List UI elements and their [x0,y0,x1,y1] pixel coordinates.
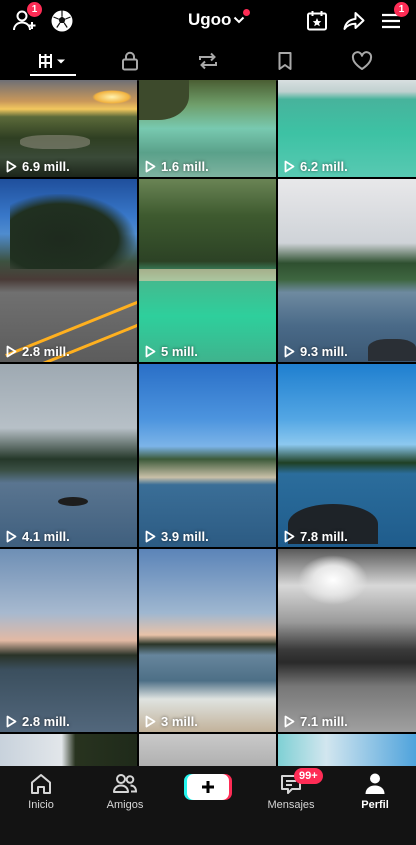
view-count: 4.1 mill. [6,529,70,544]
plus-icon [202,781,214,793]
username-switcher[interactable]: Ugoo [188,10,245,30]
soccer-ball-icon [51,10,73,32]
view-count: 7.8 mill. [284,529,348,544]
friends-icon [113,774,138,793]
tab-private[interactable] [100,42,160,80]
play-icon [6,715,17,728]
play-icon [6,160,17,173]
video-thumbnail[interactable]: 1.6 mill. [139,80,276,177]
view-count: 7.1 mill. [284,714,348,729]
nav-messages-label: Mensajes [267,799,315,811]
profile-header: 1 Ugoo 1 [0,0,416,42]
view-count: 3 mill. [145,714,198,729]
sun-glare [298,555,368,605]
video-thumbnail[interactable] [139,734,276,766]
play-icon [6,345,17,358]
video-thumbnail[interactable] [278,734,416,766]
repost-icon [199,52,217,70]
play-icon [284,345,295,358]
follow-requests-badge: 1 [27,2,42,17]
video-thumbnail[interactable]: 6.2 mill. [278,80,416,177]
menu-button[interactable]: 1 [376,2,409,36]
nav-messages[interactable]: Mensajes 99+ [256,768,326,811]
video-thumbnail[interactable] [0,734,137,766]
tab-reposts[interactable] [178,42,238,80]
play-icon [145,160,156,173]
home-icon [31,774,51,794]
play-icon [284,715,295,728]
bookmark-icon [278,52,292,70]
view-count: 6.9 mill. [6,159,70,174]
view-count: 5 mill. [145,344,198,359]
tab-liked[interactable] [332,42,392,80]
messages-badge: 99+ [294,768,323,784]
share-arrow-icon [343,12,365,30]
video-thumbnail[interactable]: 3 mill. [139,549,276,732]
video-thumbnail[interactable]: 2.8 mill. [0,179,137,362]
video-thumbnail[interactable]: 4.1 mill. [0,364,137,547]
view-count: 6.2 mill. [284,159,348,174]
trees [139,80,189,120]
river [20,135,90,149]
chevron-down-icon [234,16,245,24]
create-button-face [187,774,229,800]
view-count: 2.8 mill. [6,344,70,359]
bottom-navigation: Inicio Amigos Mensajes 99+ Perfil [0,766,416,845]
video-thumbnail[interactable]: 3.9 mill. [139,364,276,547]
sun-glow [92,90,132,104]
soccer-ball-button[interactable] [47,6,77,36]
tab-saved[interactable] [255,42,315,80]
video-thumbnail[interactable]: 5 mill. [139,179,276,362]
play-icon [145,345,156,358]
video-grid: 6.9 mill. 1.6 mill. 6.2 mill. 2.8 mill. … [0,80,416,766]
play-icon [145,715,156,728]
nav-friends[interactable]: Amigos [90,772,160,811]
calendar-star-icon [307,11,327,31]
creator-tools-button[interactable] [302,6,332,36]
video-thumbnail[interactable]: 9.3 mill. [278,179,416,362]
rock [58,497,88,506]
nav-profile[interactable]: Perfil [340,772,410,811]
share-profile-button[interactable] [339,6,369,36]
profile-icon [365,773,385,794]
video-thumbnail[interactable]: 7.1 mill. [278,549,416,732]
grid-bars-icon [39,54,65,68]
username: Ugoo [188,10,232,29]
view-count: 3.9 mill. [145,529,209,544]
create-video-button[interactable] [184,774,232,800]
menu-badge: 1 [394,2,409,17]
add-friend-button[interactable]: 1 [10,2,42,36]
play-icon [284,160,295,173]
view-count: 2.8 mill. [6,714,70,729]
rocks [368,339,416,361]
video-thumbnail[interactable]: 7.8 mill. [278,364,416,547]
play-icon [145,530,156,543]
nav-home-label: Inicio [28,799,54,811]
tree [10,194,135,269]
view-count: 1.6 mill. [145,159,209,174]
nav-home[interactable]: Inicio [6,772,76,811]
lock-icon [122,51,138,71]
play-icon [284,530,295,543]
rock-ledge [139,269,276,281]
video-thumbnail[interactable]: 2.8 mill. [0,549,137,732]
view-count: 9.3 mill. [284,344,348,359]
notification-dot [243,9,250,16]
nav-friends-label: Amigos [106,799,144,811]
play-icon [6,530,17,543]
video-thumbnail[interactable]: 6.9 mill. [0,80,137,177]
nav-profile-label: Perfil [361,799,389,811]
active-tab-indicator [30,74,76,76]
heart-icon [351,51,373,70]
